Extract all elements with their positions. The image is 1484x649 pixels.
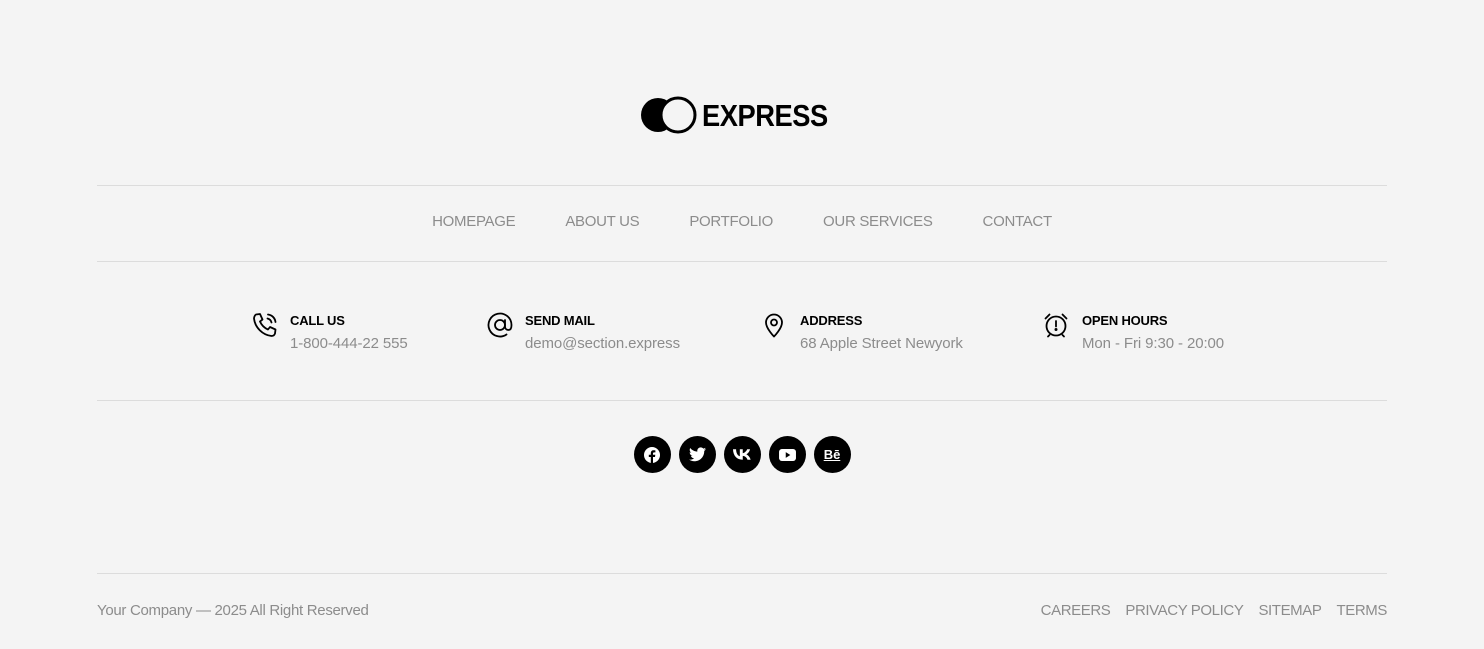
link-terms[interactable]: TERMS (1336, 602, 1387, 619)
link-careers[interactable]: CAREERS (1041, 602, 1111, 619)
map-pin-icon (765, 313, 783, 338)
social-links: Bē (0, 436, 1484, 473)
contact-mail: SEND MAIL demo@section.express (486, 310, 680, 353)
behance-icon: Bē (823, 447, 841, 462)
contact-phone[interactable]: 1-800-444-22 555 (290, 335, 408, 353)
contact-address-value: 68 Apple Street Newyork (800, 335, 963, 352)
phone-icon (253, 313, 277, 337)
contact-hours: OPEN HOURS Mon - Fri 9:30 - 20:00 (1043, 310, 1224, 353)
link-sitemap[interactable]: SITEMAP (1258, 602, 1321, 619)
brand-name: EXPRESS (701, 97, 828, 133)
nav-item-our-services[interactable]: OUR SERVICES (823, 213, 933, 230)
youtube-button[interactable] (768, 436, 806, 473)
legal-links: CAREERS PRIVACY POLICY SITEMAP TERMS (1026, 602, 1388, 619)
contact-title: OPEN HOURS (1082, 313, 1168, 328)
contact-title: ADDRESS (800, 313, 863, 328)
copyright-text: Your Company — 2025 All Right Reserved (97, 602, 369, 619)
divider (97, 573, 1387, 574)
twin-circles-logo-icon (640, 96, 697, 134)
facebook-button[interactable] (633, 436, 671, 473)
vk-icon (733, 449, 751, 460)
contact-title: CALL US (290, 313, 345, 328)
twitter-icon (688, 447, 706, 462)
behance-button[interactable]: Bē (813, 436, 851, 473)
nav-item-contact[interactable]: CONTACT (983, 213, 1053, 230)
nav-item-portfolio[interactable]: PORTFOLIO (689, 213, 773, 230)
contact-title: SEND MAIL (525, 313, 595, 328)
alarm-clock-icon (1044, 313, 1068, 338)
contact-email[interactable]: demo@section.express (525, 335, 680, 353)
nav-item-homepage[interactable]: HOMEPAGE (432, 213, 515, 230)
divider (97, 261, 1387, 262)
youtube-icon (778, 448, 796, 461)
brand-logo[interactable]: EXPRESS (0, 96, 1484, 134)
link-privacy-policy[interactable]: PRIVACY POLICY (1125, 602, 1243, 619)
contact-address: ADDRESS 68 Apple Street Newyork (761, 310, 963, 353)
divider (97, 400, 1387, 401)
twitter-button[interactable] (678, 436, 716, 473)
vk-button[interactable] (723, 436, 761, 473)
divider (97, 185, 1387, 186)
contact-call: CALL US 1-800-444-22 555 (251, 310, 408, 353)
nav-item-about-us[interactable]: ABOUT US (565, 213, 639, 230)
contact-hours-value: Mon - Fri 9:30 - 20:00 (1082, 335, 1225, 352)
at-sign-icon (487, 312, 513, 338)
footer-nav: HOMEPAGE ABOUT US PORTFOLIO OUR SERVICES… (0, 213, 1484, 230)
site-footer: EXPRESS HOMEPAGE ABOUT US PORTFOLIO OUR … (0, 0, 1484, 649)
facebook-icon (644, 446, 660, 463)
